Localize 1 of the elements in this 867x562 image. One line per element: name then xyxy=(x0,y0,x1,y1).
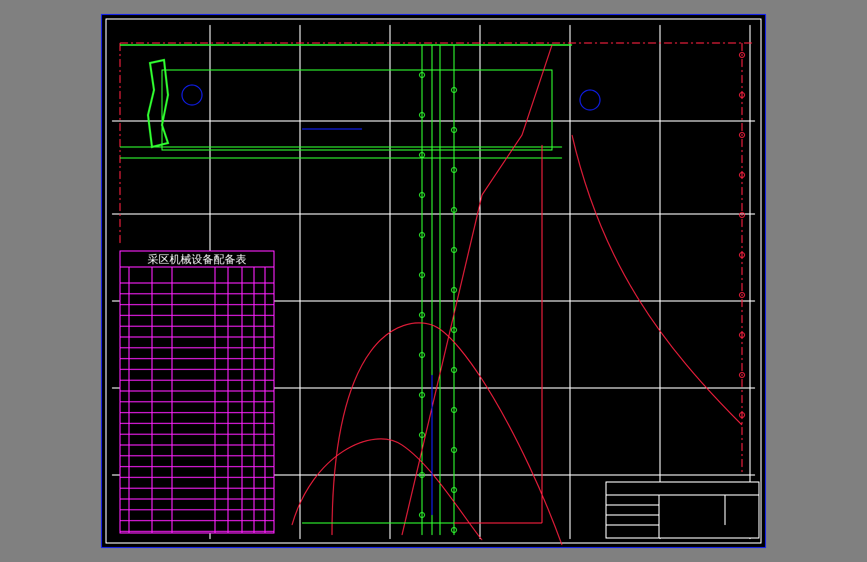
table-title: 采区机械设备配备表 xyxy=(148,253,246,266)
